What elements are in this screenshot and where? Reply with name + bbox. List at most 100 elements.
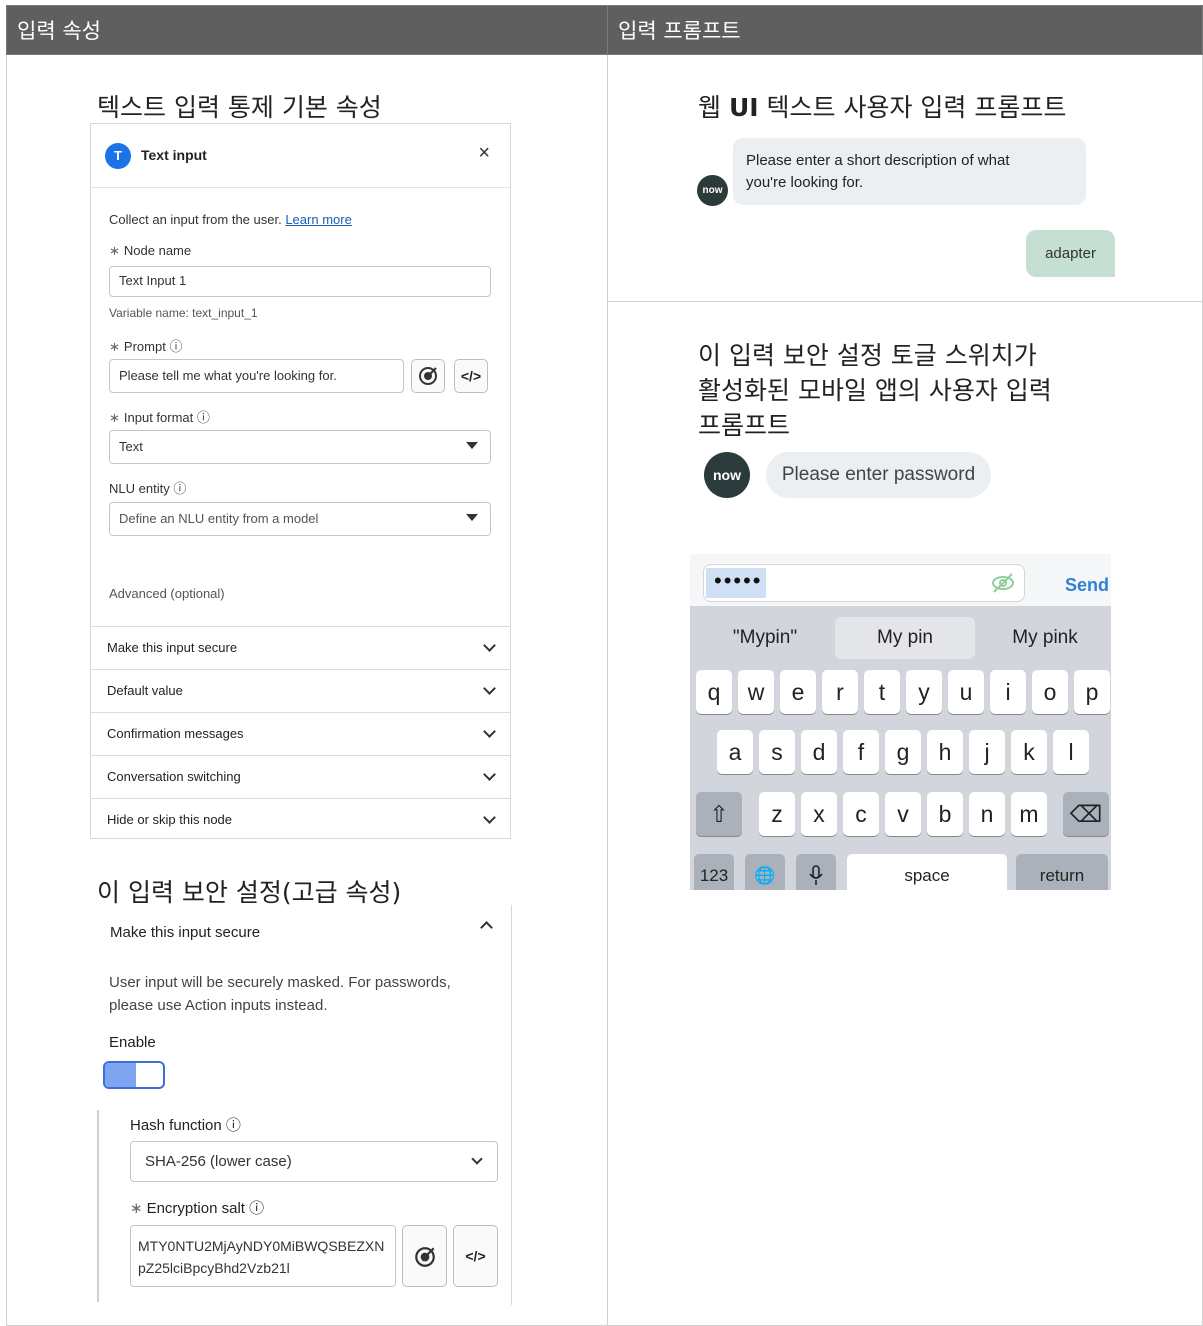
prompt-input[interactable]: Please tell me what you're looking for.	[109, 359, 404, 393]
key-w[interactable]: w	[738, 670, 774, 714]
accordion-default-value[interactable]: Default value	[91, 669, 510, 712]
chevron-up-icon[interactable]	[480, 921, 493, 934]
key-r[interactable]: r	[822, 670, 858, 714]
text-input-icon: T	[105, 143, 131, 169]
globe-icon[interactable]: 🌐	[745, 854, 785, 890]
enable-label: Enable	[109, 1034, 156, 1051]
password-mask: •••••	[714, 568, 763, 593]
return-key[interactable]: return	[1016, 854, 1108, 890]
key-x[interactable]: x	[801, 792, 837, 836]
hash-function-select[interactable]: SHA-256 (lower case)	[130, 1141, 498, 1182]
key-j[interactable]: j	[969, 730, 1005, 774]
node-name-input[interactable]: Text Input 1	[109, 266, 491, 297]
key-l[interactable]: l	[1053, 730, 1089, 774]
compose-bar: ••••• Send	[690, 554, 1111, 606]
code-button[interactable]: </>	[453, 1225, 498, 1287]
node-name-label: ∗ Node name	[109, 243, 192, 258]
accordion-hide-skip[interactable]: Hide or skip this node	[91, 798, 510, 841]
text-input-properties-panel: T Text input × Collect an input from the…	[90, 123, 511, 839]
input-format-select[interactable]: Text	[109, 430, 491, 464]
column-header-properties: 입력 속성	[6, 5, 608, 55]
nlu-entity-label: NLU entity ⓘ	[109, 481, 187, 496]
secure-description-line2: please use Action inputs instead.	[109, 997, 328, 1014]
target-icon-button[interactable]	[411, 359, 445, 393]
key-m[interactable]: m	[1011, 792, 1047, 836]
info-icon: ⓘ	[225, 1117, 241, 1134]
chevron-down-icon	[483, 768, 496, 781]
info-icon: ⓘ	[169, 339, 183, 354]
input-format-label: ∗ Input format ⓘ	[109, 410, 210, 425]
key-c[interactable]: c	[843, 792, 879, 836]
secure-description-line1: User input will be securely masked. For …	[109, 974, 451, 991]
accordion-make-secure[interactable]: Make this input secure	[91, 626, 510, 669]
key-v[interactable]: v	[885, 792, 921, 836]
send-button[interactable]: Send	[1065, 575, 1109, 596]
chevron-down-icon	[483, 725, 496, 738]
chevron-down-icon	[466, 514, 478, 521]
accordion-confirmation-messages[interactable]: Confirmation messages	[91, 712, 510, 755]
key-a[interactable]: a	[717, 730, 753, 774]
close-icon[interactable]: ×	[478, 142, 490, 165]
basic-properties-heading: 텍스트 입력 통제 기본 속성	[97, 93, 382, 122]
eye-hidden-icon[interactable]	[990, 570, 1016, 596]
panel-header: T Text input ×	[91, 124, 510, 188]
key-o[interactable]: o	[1032, 670, 1068, 714]
target-icon	[414, 1247, 435, 1267]
target-icon-button[interactable]	[402, 1225, 447, 1287]
key-d[interactable]: d	[801, 730, 837, 774]
key-k[interactable]: k	[1011, 730, 1047, 774]
suggestion-2[interactable]: My pin	[835, 617, 975, 659]
key-f[interactable]: f	[843, 730, 879, 774]
microphone-icon	[809, 865, 823, 885]
info-icon: ⓘ	[249, 1200, 265, 1217]
numbers-key[interactable]: 123	[694, 854, 734, 890]
key-t[interactable]: t	[864, 670, 900, 714]
encryption-salt-label: ∗ Encryption salt ⓘ	[130, 1200, 265, 1217]
prompt-label: ∗ Prompt ⓘ	[109, 339, 183, 354]
key-z[interactable]: z	[759, 792, 795, 836]
key-i[interactable]: i	[990, 670, 1026, 714]
key-h[interactable]: h	[927, 730, 963, 774]
enable-toggle[interactable]	[103, 1061, 165, 1089]
chevron-down-icon	[483, 639, 496, 652]
intro-text: Collect an input from the user. Learn mo…	[109, 212, 352, 227]
mobile-heading: 이 입력 보안 설정 토글 스위치가 활성화된 모바일 앱의 사용자 입력 프롬…	[698, 341, 1052, 440]
suggestion-1[interactable]: "Mypin"	[700, 617, 830, 659]
space-key[interactable]: space	[847, 854, 1007, 890]
accordion-conversation-switching[interactable]: Conversation switching	[91, 755, 510, 798]
shift-key[interactable]: ⇧	[696, 792, 742, 836]
web-bot-message: Please enter a short description of what…	[733, 138, 1086, 205]
password-input[interactable]: •••••	[703, 564, 1025, 602]
key-q[interactable]: q	[696, 670, 732, 714]
secure-section-title: Make this input secure	[110, 924, 261, 941]
learn-more-link[interactable]: Learn more	[285, 212, 351, 227]
chevron-down-icon	[471, 1153, 483, 1165]
web-ui-heading: 웹 UI 텍스트 사용자 입력 프롬프트	[698, 93, 1067, 122]
web-user-reply: adapter	[1026, 230, 1115, 277]
backspace-key[interactable]: ⌫	[1063, 792, 1109, 836]
key-g[interactable]: g	[885, 730, 921, 774]
key-p[interactable]: p	[1074, 670, 1110, 714]
nlu-entity-select[interactable]: Define an NLU entity from a model	[109, 502, 491, 536]
key-b[interactable]: b	[927, 792, 963, 836]
toggle-fill	[105, 1063, 136, 1087]
microphone-key[interactable]	[796, 854, 836, 890]
code-button[interactable]: </>	[454, 359, 488, 393]
chevron-down-icon	[466, 442, 478, 449]
secure-settings-panel: Make this input secure User input will b…	[90, 905, 512, 1305]
now-avatar: now	[704, 452, 750, 498]
info-icon: ⓘ	[173, 481, 187, 496]
advanced-label: Advanced (optional)	[109, 586, 225, 601]
key-y[interactable]: y	[906, 670, 942, 714]
mobile-chat-screen: now Please enter password ••••• Send "My…	[690, 438, 1111, 890]
key-e[interactable]: e	[780, 670, 816, 714]
suggestion-3[interactable]: My pink	[980, 617, 1110, 659]
now-avatar: now	[697, 175, 728, 206]
variable-name-text: Variable name: text_input_1	[109, 306, 258, 320]
encryption-salt-input[interactable]: MTY0NTU2MjAyNDY0MiBWQSBEZXN pZ25lciBpcyB…	[130, 1225, 396, 1287]
panel-title: Text input	[141, 147, 207, 163]
key-u[interactable]: u	[948, 670, 984, 714]
key-n[interactable]: n	[969, 792, 1005, 836]
mobile-bot-message: Please enter password	[766, 452, 991, 498]
key-s[interactable]: s	[759, 730, 795, 774]
